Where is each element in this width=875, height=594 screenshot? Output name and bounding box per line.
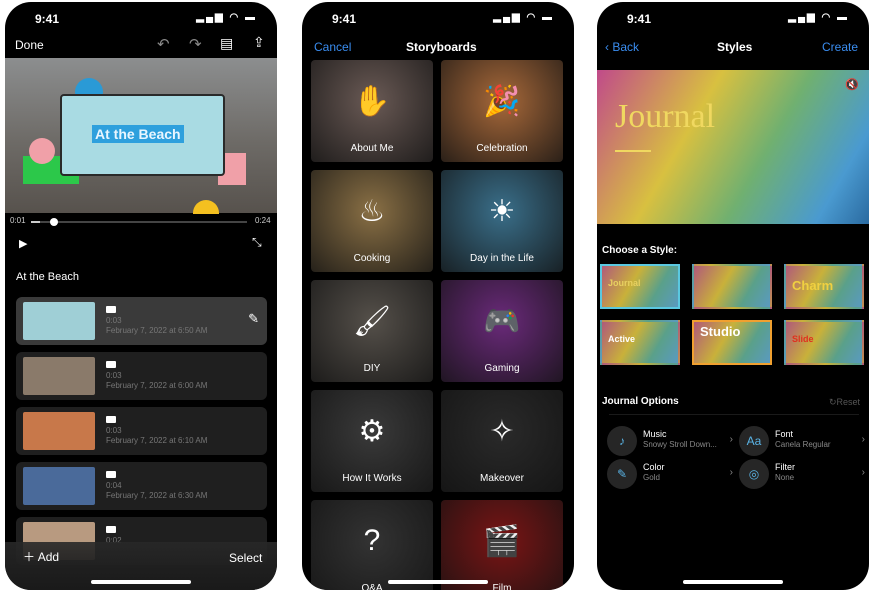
- font-icon: Aa: [739, 426, 769, 456]
- sunrise-icon: ☀: [488, 195, 516, 228]
- select-button[interactable]: Select: [229, 551, 262, 565]
- project-title: At the Beach: [16, 271, 79, 283]
- reset-icon: ↻: [829, 397, 837, 407]
- cooking-pot-icon: ♨: [358, 195, 386, 228]
- title-card[interactable]: At the Beach: [60, 94, 225, 176]
- clip-row[interactable]: 0:03 February 7, 2022 at 6:10 AM: [16, 407, 267, 455]
- storyboard-tile[interactable]: 🎬 Film: [441, 500, 563, 590]
- eyedropper-icon: ✎: [607, 459, 637, 489]
- back-button[interactable]: ‹ Back: [605, 40, 639, 54]
- signal-wifi-battery-icon: ▂▄▆ ◠ ▬: [196, 12, 257, 23]
- storyboard-tile[interactable]: 🎉 Celebration: [441, 60, 563, 162]
- status-bar: 9:41 ▂▄▆ ◠ ▬: [35, 12, 257, 26]
- video-preview[interactable]: At the Beach: [5, 58, 277, 214]
- chevron-right-icon: ›: [729, 467, 733, 478]
- choose-style-label: Choose a Style:: [602, 245, 678, 256]
- clip-thumbnail: [23, 357, 95, 395]
- editor-screen: 9:41 ▂▄▆ ◠ ▬ Done ↶ ↷ ▤ ⇪ At the Beach 0:…: [5, 2, 277, 590]
- done-button[interactable]: Done: [15, 38, 44, 52]
- storyboard-tile[interactable]: ⚙ How It Works: [311, 390, 433, 492]
- style-preview: Journal 🔇: [597, 70, 869, 224]
- storyboard-tile[interactable]: ? Q&A: [311, 500, 433, 590]
- add-button[interactable]: ＋ Add: [23, 548, 59, 565]
- clip-thumbnail: [23, 412, 95, 450]
- fullscreen-icon[interactable]: ⤡: [252, 235, 262, 250]
- chevron-right-icon: ›: [861, 467, 865, 478]
- clip-row[interactable]: 0:04 February 7, 2022 at 6:30 AM: [16, 462, 267, 510]
- reset-button[interactable]: ↻Reset: [829, 397, 860, 408]
- filter-icon: ◎: [739, 459, 769, 489]
- share-icon[interactable]: ⇪: [253, 34, 265, 51]
- option-color[interactable]: ✎ Color Gold ›: [607, 459, 733, 489]
- style-option[interactable]: [692, 264, 772, 309]
- chevron-right-icon: ›: [861, 434, 865, 445]
- clip-row[interactable]: 0:03 February 7, 2022 at 6:00 AM: [16, 352, 267, 400]
- clip-thumbnail: [23, 302, 95, 340]
- storyboard-tile[interactable]: ✧ Makeover: [441, 390, 563, 492]
- cancel-button[interactable]: Cancel: [314, 40, 351, 54]
- redo-icon[interactable]: ↷: [189, 35, 202, 53]
- gears-icon: ⚙: [358, 415, 386, 448]
- home-indicator: [91, 580, 191, 584]
- mute-icon[interactable]: 🔇: [845, 78, 859, 91]
- storyboard-tile[interactable]: 🎮 Gaming: [441, 280, 563, 382]
- page-title: Storyboards: [406, 40, 477, 54]
- page-title: Styles: [717, 40, 753, 54]
- edit-pencil-icon[interactable]: ✎: [248, 311, 259, 327]
- paint-roller-icon: 🖌: [352, 305, 392, 338]
- game-controller-icon: 🎮: [483, 305, 521, 338]
- question-bubble-icon: ?: [363, 524, 381, 557]
- storyboard-tile[interactable]: ☀ Day in the Life: [441, 170, 563, 272]
- style-option[interactable]: Charm: [784, 264, 864, 309]
- option-music[interactable]: ♪ Music Snowy Stroll Down... ›: [607, 426, 733, 456]
- video-camera-icon: [106, 471, 116, 478]
- video-camera-icon: [106, 526, 116, 533]
- directors-chair-icon: 🎬: [483, 525, 521, 558]
- storyboard-tile[interactable]: ♨ Cooking: [311, 170, 433, 272]
- music-note-icon: ♪: [607, 426, 637, 456]
- options-title: Journal Options: [602, 396, 679, 407]
- style-option[interactable]: Studio: [692, 320, 772, 365]
- storyboard-tile[interactable]: 🖌 DIY: [311, 280, 433, 382]
- signal-wifi-battery-icon: ▂▄▆ ◠ ▬: [788, 12, 849, 23]
- option-filter[interactable]: ◎ Filter None ›: [739, 459, 865, 489]
- mirror-icon: ✧: [489, 415, 515, 448]
- video-camera-icon: [106, 416, 116, 423]
- undo-icon[interactable]: ↶: [157, 35, 170, 53]
- scrubber[interactable]: [31, 218, 247, 226]
- clip-row[interactable]: 0:03 February 7, 2022 at 6:50 AM ✎: [16, 297, 267, 345]
- waving-hand-icon: ✋: [353, 85, 391, 118]
- style-option[interactable]: Slide: [784, 320, 864, 365]
- video-camera-icon: [106, 306, 116, 313]
- style-option[interactable]: Journal: [600, 264, 680, 309]
- party-popper-icon: 🎉: [483, 85, 521, 118]
- storyboards-screen: 9:41 ▂▄▆ ◠ ▬ Cancel Storyboards ✋ About Me…: [302, 2, 574, 590]
- styles-screen: 9:41 ▂▄▆ ◠ ▬ ‹ Back Styles Create Journal…: [597, 2, 869, 590]
- create-button[interactable]: Create: [822, 40, 858, 54]
- video-camera-icon: [106, 361, 116, 368]
- style-option[interactable]: Active: [600, 320, 680, 365]
- clip-thumbnail: [23, 467, 95, 505]
- home-indicator: [683, 580, 783, 584]
- chevron-right-icon: ›: [729, 434, 733, 445]
- home-indicator: [388, 580, 488, 584]
- signal-wifi-battery-icon: ▂▄▆ ◠ ▬: [493, 12, 554, 23]
- play-icon[interactable]: ▶: [19, 237, 27, 250]
- add-clip-icon[interactable]: ▤: [220, 35, 233, 52]
- option-font[interactable]: Aa Font Canela Regular ›: [739, 426, 865, 456]
- plus-icon: ＋: [23, 550, 38, 564]
- storyboard-tile[interactable]: ✋ About Me: [311, 60, 433, 162]
